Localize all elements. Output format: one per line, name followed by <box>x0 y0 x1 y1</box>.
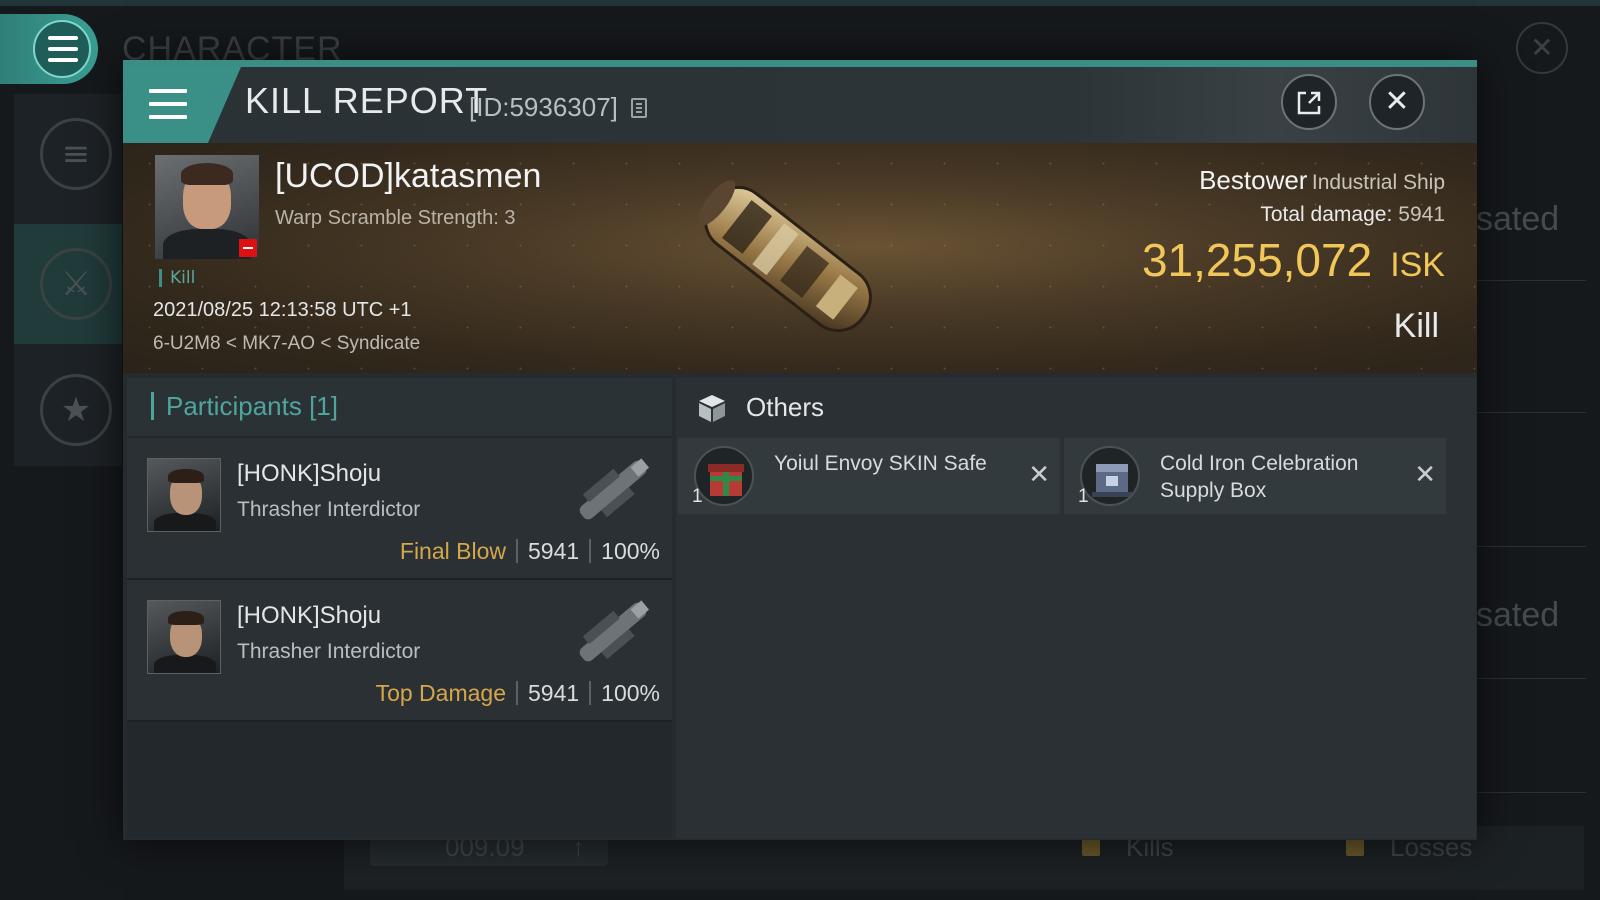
copy-icon[interactable] <box>631 98 647 118</box>
participant-row[interactable]: [HONK]Shoju Thrasher Interdictor Final B… <box>127 438 672 580</box>
participants-title: Participants [1] <box>151 392 338 420</box>
others-panel: Others 1 Yoiul Envoy SKIN Safe ✕ 1 Cold … <box>676 378 1476 838</box>
participant-stats: Top Damage 5941 100% <box>376 680 660 707</box>
background-label: sated <box>1476 596 1560 634</box>
modal-accent-line <box>123 60 1477 67</box>
close-icon: ✕ <box>1384 84 1410 119</box>
isk-value: 31,255,072 ISK <box>1142 233 1445 287</box>
participant-damage: 5941 <box>528 680 580 706</box>
background-close-icon[interactable]: ✕ <box>1516 22 1568 74</box>
background-sidebar: ≡ ⚔ ★ <box>14 94 122 466</box>
victim-ship-image[interactable] <box>663 149 913 369</box>
participants-header: Participants [1] <box>127 378 672 436</box>
victim-portrait[interactable] <box>155 155 259 259</box>
item-name: Cold Iron Celebration Supply Box <box>1160 452 1359 502</box>
item-name: Yoiul Envoy SKIN Safe <box>774 452 987 475</box>
kill-tag: Kill <box>159 269 195 287</box>
avatar[interactable] <box>147 458 221 532</box>
participants-panel: Participants [1] [HONK]Shoju Thrasher In… <box>127 378 672 838</box>
participant-ship-image <box>579 458 650 520</box>
participant-damage: 5941 <box>528 538 580 564</box>
kill-datetime: 2021/08/25 12:13:58 UTC +1 <box>153 299 412 321</box>
ship-class: Industrial Ship <box>1311 171 1445 194</box>
participant-percent: 100% <box>601 538 660 564</box>
isk-unit: ISK <box>1390 246 1445 284</box>
participant-name: [HONK]Shoju <box>237 460 382 487</box>
background-top-strip <box>0 0 1600 6</box>
isk-amount: 31,255,072 <box>1141 234 1373 286</box>
share-button[interactable] <box>1281 74 1337 130</box>
main-menu-button[interactable] <box>0 14 98 84</box>
cube-icon <box>699 395 725 422</box>
losses-legend-swatch <box>1346 838 1364 856</box>
kill-report-modal: KILL REPORT [ID:5936307] ✕ [UCOD]katasme… <box>123 60 1477 840</box>
kill-location[interactable]: 6-U2M8 < MK7-AO < Syndicate <box>153 333 420 355</box>
destroyed-x-icon: ✕ <box>1414 460 1436 490</box>
participant-role: Final Blow <box>399 538 506 564</box>
victim-subtitle: Warp Scramble Strength: 3 <box>275 207 516 229</box>
list-icon[interactable]: ≡ <box>40 118 112 190</box>
background-divider <box>1476 678 1586 679</box>
hostile-badge-icon <box>239 239 257 257</box>
gift-box-icon <box>694 446 754 506</box>
participant-stats: Final Blow 5941 100% <box>400 538 660 565</box>
total-damage: Total damage: 5941 <box>1260 203 1445 227</box>
kills-legend-swatch <box>1082 838 1100 856</box>
item-quantity: 1 <box>1078 486 1089 507</box>
participant-role: Top Damage <box>375 680 506 706</box>
total-damage-value: 5941 <box>1398 203 1445 226</box>
participant-ship-image <box>579 600 650 662</box>
victim-name[interactable]: [UCOD]katasmen <box>275 157 541 196</box>
crossed-swords-icon[interactable]: ⚔ <box>40 248 112 320</box>
victim-ship-name[interactable]: Bestower Industrial Ship <box>1199 165 1445 196</box>
supply-crate-icon <box>1080 446 1140 506</box>
others-title: Others <box>746 392 825 422</box>
participant-percent: 100% <box>601 680 660 706</box>
ship-name: Bestower <box>1199 165 1308 195</box>
background-divider <box>1476 792 1586 793</box>
hamburger-icon <box>33 20 91 78</box>
avatar[interactable] <box>147 600 221 674</box>
kill-result: Kill <box>1393 307 1439 345</box>
background-divider <box>1476 412 1586 413</box>
background-divider <box>1476 546 1586 547</box>
close-button[interactable]: ✕ <box>1369 74 1425 130</box>
total-damage-label: Total damage: <box>1260 203 1393 226</box>
modal-title: KILL REPORT <box>245 80 489 121</box>
dropped-item[interactable]: 1 Cold Iron Celebration Supply Box ✕ <box>1064 438 1446 514</box>
participant-ship: Thrasher Interdictor <box>237 498 421 521</box>
share-icon <box>1297 91 1321 115</box>
dropped-item[interactable]: 1 Yoiul Envoy SKIN Safe ✕ <box>678 438 1060 514</box>
kill-report-id: [ID:5936307] <box>469 92 618 122</box>
star-icon[interactable]: ★ <box>40 374 112 446</box>
background-divider <box>1476 280 1586 281</box>
background-label: sated <box>1476 200 1560 238</box>
item-quantity: 1 <box>692 486 703 507</box>
others-header: Others <box>676 378 1476 436</box>
destroyed-x-icon: ✕ <box>1028 460 1050 490</box>
participant-ship: Thrasher Interdictor <box>237 640 421 663</box>
participant-row[interactable]: [HONK]Shoju Thrasher Interdictor Top Dam… <box>127 580 672 722</box>
participant-name: [HONK]Shoju <box>237 602 382 629</box>
victim-summary: [UCOD]katasmen Warp Scramble Strength: 3… <box>123 143 1477 373</box>
